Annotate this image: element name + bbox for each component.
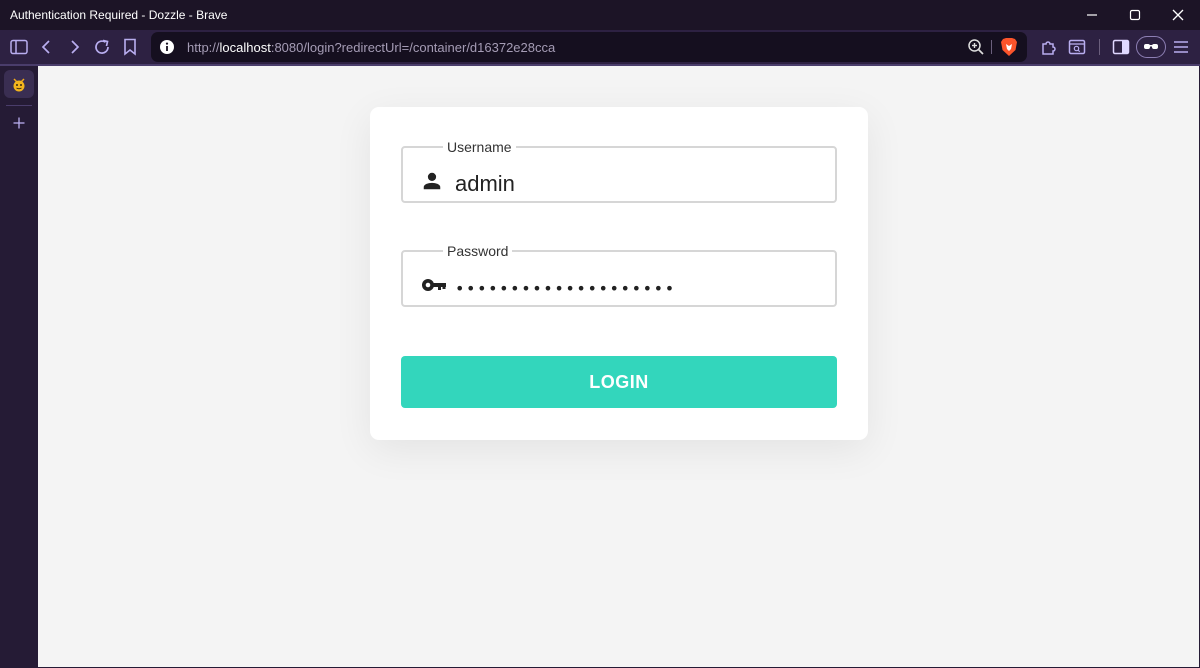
dozzle-favicon [13, 78, 25, 92]
bookmark-icon [124, 38, 136, 56]
bookmark-button[interactable] [118, 35, 142, 59]
reader-mode-button[interactable] [1136, 36, 1166, 58]
vertical-tab-sidebar [0, 66, 38, 668]
username-input[interactable]: admin [455, 171, 515, 197]
zoom-icon[interactable] [967, 38, 985, 56]
toolbar-separator [1099, 39, 1100, 55]
password-label: Password [447, 243, 509, 259]
back-button[interactable] [35, 35, 59, 59]
sidebar-toggle-button[interactable] [7, 35, 31, 59]
title-bar: Authentication Required - Dozzle - Brave [0, 0, 1200, 30]
login-card: Username admin Password ••••••••••••••••… [370, 107, 868, 440]
maximize-icon [1129, 9, 1141, 21]
leo-search-button[interactable] [1065, 35, 1089, 59]
extensions-icon [1042, 41, 1056, 55]
site-info-icon[interactable] [159, 39, 175, 55]
close-button[interactable] [1156, 0, 1200, 30]
url-host: localhost [219, 40, 271, 55]
forward-button[interactable] [62, 35, 86, 59]
reader-mode-icon [1144, 44, 1158, 49]
address-bar[interactable]: http://localhost:8080/login?redirectUrl=… [151, 32, 1027, 62]
sidebar-panel-button[interactable] [1109, 35, 1133, 59]
login-button[interactable]: LOGIN [401, 356, 837, 408]
sidebar-panel-icon [1112, 39, 1130, 55]
browser-toolbar: http://localhost:8080/login?redirectUrl=… [0, 30, 1200, 64]
extensions-button[interactable] [1037, 35, 1061, 59]
reload-icon [95, 39, 109, 54]
password-input[interactable]: •••••••••••••••••••• [455, 279, 676, 298]
forward-icon [71, 40, 80, 54]
leo-search-icon [1068, 39, 1086, 55]
plus-icon [13, 117, 25, 129]
page-content: Username admin Password ••••••••••••••••… [38, 66, 1199, 667]
close-icon [1172, 9, 1184, 21]
menu-button[interactable] [1169, 35, 1193, 59]
address-separator [991, 40, 992, 54]
reload-button[interactable] [90, 35, 114, 59]
url-text[interactable]: http://localhost:8080/login?redirectUrl=… [187, 40, 555, 55]
back-icon [41, 40, 50, 54]
username-field[interactable]: Username admin [401, 139, 837, 203]
user-icon [423, 172, 441, 190]
tab-dozzle[interactable] [4, 70, 34, 98]
sidebar-separator [6, 105, 32, 106]
menu-icon [1174, 41, 1188, 53]
key-icon [422, 279, 446, 291]
new-tab-button[interactable] [9, 113, 29, 133]
minimize-button[interactable] [1070, 0, 1114, 30]
username-label: Username [447, 139, 512, 155]
maximize-button[interactable] [1113, 0, 1157, 30]
sidebar-toggle-icon [10, 39, 28, 55]
minimize-icon [1087, 14, 1097, 16]
brave-shields-icon[interactable] [1000, 37, 1018, 57]
url-scheme: http:// [187, 40, 220, 55]
window-title: Authentication Required - Dozzle - Brave [10, 8, 228, 22]
url-path: :8080/login?redirectUrl=/container/d1637… [270, 40, 556, 55]
password-field[interactable]: Password •••••••••••••••••••• [401, 243, 837, 307]
